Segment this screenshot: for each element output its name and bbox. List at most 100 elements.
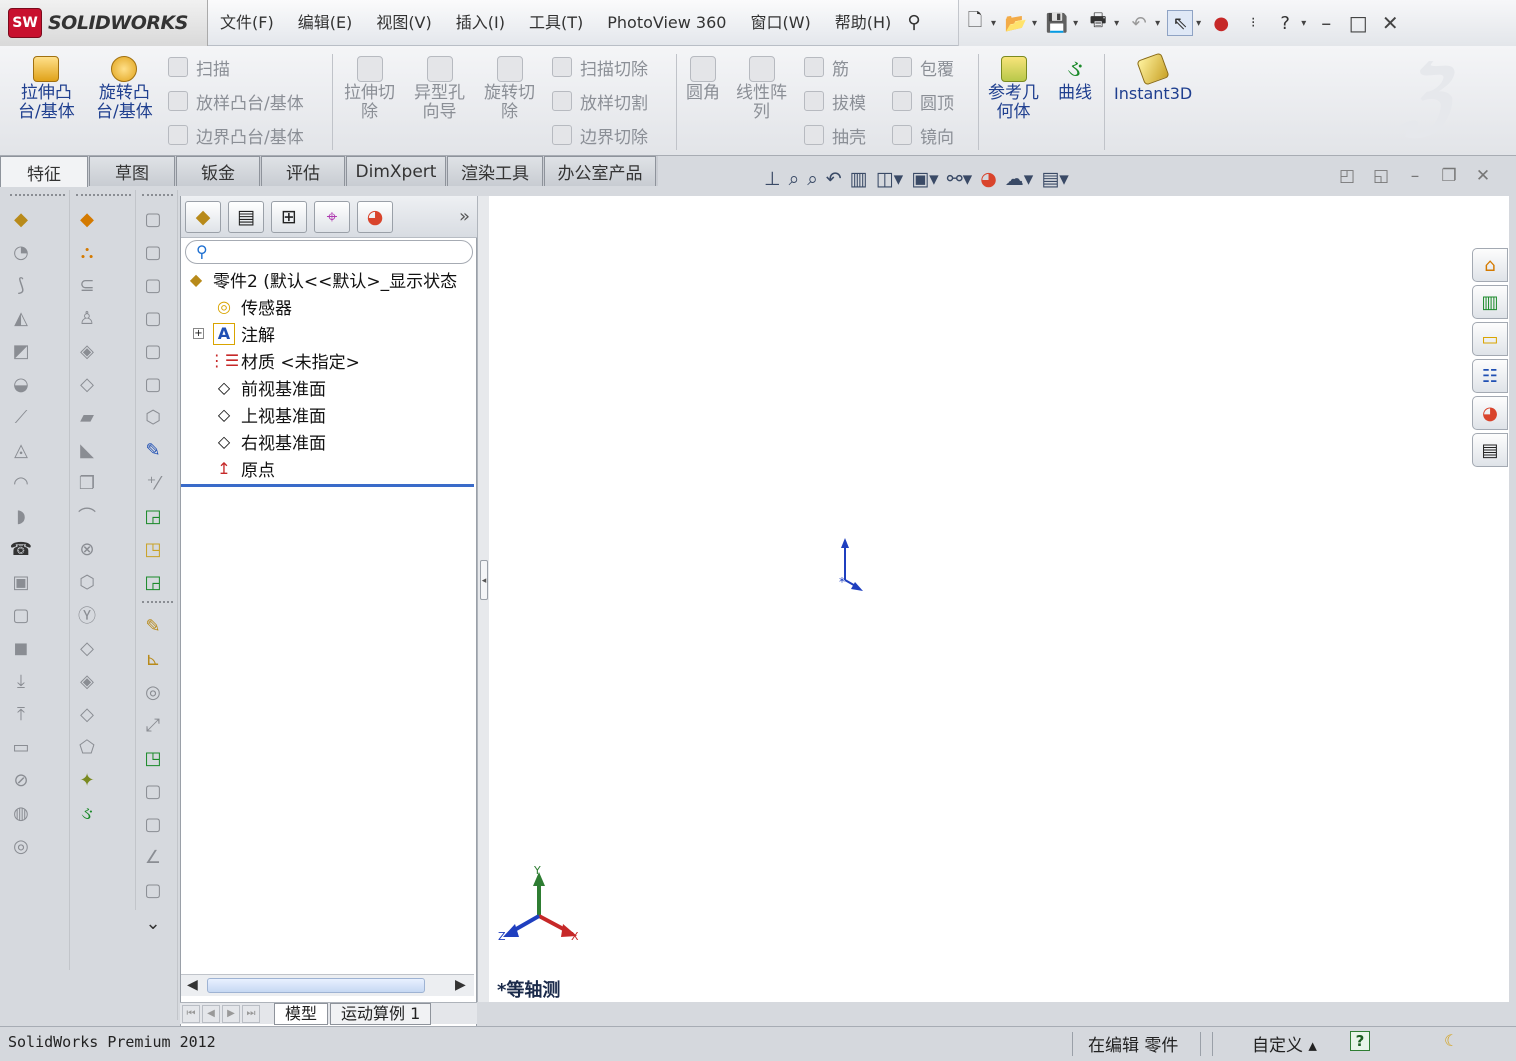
draft-analysis-icon[interactable]: ◇ <box>72 633 102 663</box>
section-view-icon[interactable]: ▥ <box>850 168 868 190</box>
axis-feature-icon[interactable]: ◇ <box>72 369 102 399</box>
dimxpert-manager-tab-icon[interactable]: ⌖ <box>314 200 350 233</box>
quick-tips-help-icon[interactable]: ? <box>1350 1031 1370 1051</box>
print-icon[interactable]: 🖶 <box>1085 10 1111 36</box>
tree-item-annotations[interactable]: + A 注解 <box>181 320 478 347</box>
reference-geometry-small-icon[interactable]: ✦ <box>72 765 102 795</box>
tree-item-right-plane[interactable]: ◇ 右视基准面 <box>181 428 478 455</box>
tab-features[interactable]: 特征 <box>0 156 88 187</box>
sketch-relation-icon[interactable]: ⊾ <box>138 644 168 674</box>
new-dropdown-icon[interactable]: ▾ <box>991 18 996 29</box>
dome-button[interactable]: 圆顶 <box>892 86 954 116</box>
zoom-to-area-icon[interactable]: ⌕ <box>807 168 818 190</box>
curves-small-icon[interactable]: ઙ <box>72 798 102 828</box>
open-dropdown-icon[interactable]: ▾ <box>1032 18 1037 29</box>
configuration-manager-tab-icon[interactable]: ⊞ <box>271 200 307 233</box>
scroll-left-icon[interactable]: ◀ <box>187 977 198 993</box>
pattern-entities-icon[interactable]: ◳ <box>138 743 168 773</box>
revolved-cut-icon[interactable]: ◒ <box>6 369 36 399</box>
box-icon[interactable]: ▢ <box>138 270 168 300</box>
offset-entities-icon[interactable]: ◳ <box>138 534 168 564</box>
draft-icon[interactable]: ◼ <box>6 633 36 663</box>
tab-render-tools[interactable]: 渲染工具 <box>447 156 543 186</box>
move-entities-icon[interactable]: ⤢ <box>138 710 168 740</box>
undo-icon[interactable]: ↶ <box>1126 10 1152 36</box>
hole-wizard-button[interactable]: 异型孔 向导 <box>414 56 465 122</box>
chamfer-icon[interactable]: ◗ <box>6 501 36 531</box>
box-icon[interactable]: ▢ <box>138 776 168 806</box>
extruded-boss-icon[interactable]: ◆ <box>6 204 36 234</box>
tab-dimxpert[interactable]: DimXpert <box>346 156 446 186</box>
feature-tree-tab-icon[interactable]: ◆ <box>185 200 221 233</box>
tab-sheet-metal[interactable]: 钣金 <box>176 156 260 186</box>
previous-view-icon[interactable]: ↶ <box>826 168 842 190</box>
minimize-icon[interactable]: – <box>1310 10 1342 36</box>
scroll-right-icon[interactable]: ▶ <box>455 977 466 993</box>
view-settings-icon[interactable]: ▤▾ <box>1041 168 1069 190</box>
options-icon[interactable]: ⁝ <box>1240 10 1266 36</box>
sweep-button[interactable]: 扫描 <box>168 52 230 82</box>
extrude-boss-button[interactable]: 拉伸凸 台/基体 <box>18 56 75 122</box>
curves-button[interactable]: ઙ 曲线 <box>1058 56 1092 103</box>
tab-motion-study[interactable]: 运动算例 1 <box>330 1002 432 1025</box>
view-orientation-icon[interactable]: ⊥ <box>764 168 781 190</box>
tree-item-top-plane[interactable]: ◇ 上视基准面 <box>181 401 478 428</box>
linear-pattern-button[interactable]: 线性阵 列 <box>736 56 787 122</box>
zoom-to-fit-icon[interactable]: ⌕ <box>789 168 800 190</box>
rebuild-traffic-light-icon[interactable]: ● <box>1208 10 1234 36</box>
rib-icon[interactable]: ▣ <box>6 567 36 597</box>
toolbar-grip[interactable] <box>10 194 65 200</box>
prev-tab-icon[interactable]: ◀ <box>202 1004 220 1023</box>
horizontal-scrollbar[interactable]: ◀ ▶ <box>181 974 474 996</box>
expand-icon[interactable]: ◱ <box>1364 166 1398 186</box>
rib-button[interactable]: 筋 <box>804 52 849 82</box>
edit-appearance-icon[interactable]: ◕ <box>980 168 997 190</box>
menu-edit[interactable]: 编辑(E) <box>286 0 365 46</box>
swept-cut-icon[interactable]: ⟋ <box>6 402 36 432</box>
menu-view[interactable]: 视图(V) <box>364 0 443 46</box>
toolbar-grip[interactable] <box>142 601 173 607</box>
tree-item-sensors[interactable]: ◎ 传感器 <box>181 293 478 320</box>
toolbar-grip[interactable] <box>76 194 131 200</box>
solidworks-resources-home-icon[interactable]: ⌂ <box>1472 248 1508 282</box>
menu-tools[interactable]: 工具(T) <box>517 0 595 46</box>
save-dropdown-icon[interactable]: ▾ <box>1073 18 1078 29</box>
scale-icon[interactable]: ⤒ <box>6 699 36 729</box>
revolve-cut-button[interactable]: 旋转切 除 <box>484 56 535 122</box>
box-icon[interactable]: ▢ <box>138 875 168 905</box>
doc-minimize-icon[interactable]: – <box>1398 166 1432 186</box>
panel-splitter[interactable]: ◂ <box>477 196 489 1002</box>
shell-button[interactable]: 抽壳 <box>804 120 866 150</box>
close-icon[interactable]: ✕ <box>1374 10 1406 36</box>
draft-button[interactable]: 拔模 <box>804 86 866 116</box>
expand-tabs-icon[interactable]: » <box>459 206 470 227</box>
box-icon[interactable]: ▢ <box>138 237 168 267</box>
curve-feature-icon[interactable]: ⌒ <box>72 501 102 531</box>
trim-icon[interactable]: ◲ <box>138 567 168 597</box>
apply-scene-icon[interactable]: ☁▾ <box>1005 168 1034 190</box>
plane-feature-icon[interactable]: ◈ <box>72 336 102 366</box>
offset-surface-icon[interactable]: ❐ <box>72 468 102 498</box>
property-manager-tab-icon[interactable]: ▤ <box>228 200 264 233</box>
combine-icon[interactable]: ◍ <box>6 798 36 828</box>
thicken-icon[interactable]: ◣ <box>72 435 102 465</box>
menu-file[interactable]: 文件(F) <box>208 0 286 46</box>
shut-off-icon[interactable]: ⬠ <box>72 732 102 762</box>
convert-entities-icon[interactable]: ◲ <box>138 501 168 531</box>
hole-wizard-icon[interactable]: ☎ <box>6 534 36 564</box>
boundary-boss-button[interactable]: 边界凸台/基体 <box>168 120 304 150</box>
undo-dropdown-icon[interactable]: ▾ <box>1155 18 1160 29</box>
lofted-boss-icon[interactable]: ◭ <box>6 303 36 333</box>
move-face-icon[interactable]: ⤓ <box>6 666 36 696</box>
extrude-cut-button[interactable]: 拉伸切 除 <box>344 56 395 122</box>
help-icon[interactable]: ? <box>1272 10 1298 36</box>
menu-insert[interactable]: 插入(I) <box>444 0 517 46</box>
intersect-icon[interactable]: ◎ <box>6 831 36 861</box>
rebuild-arrow-icon[interactable]: ☾ <box>1444 1031 1458 1050</box>
help-dropdown-icon[interactable]: ▾ <box>1301 18 1306 29</box>
tab-evaluate[interactable]: 评估 <box>261 156 345 186</box>
expand-plus-icon[interactable]: + <box>193 328 204 339</box>
box-icon[interactable]: ▢ <box>138 204 168 234</box>
file-explorer-folder-icon[interactable]: ▭ <box>1472 322 1508 356</box>
display-style-icon[interactable]: ▣▾ <box>911 168 939 190</box>
